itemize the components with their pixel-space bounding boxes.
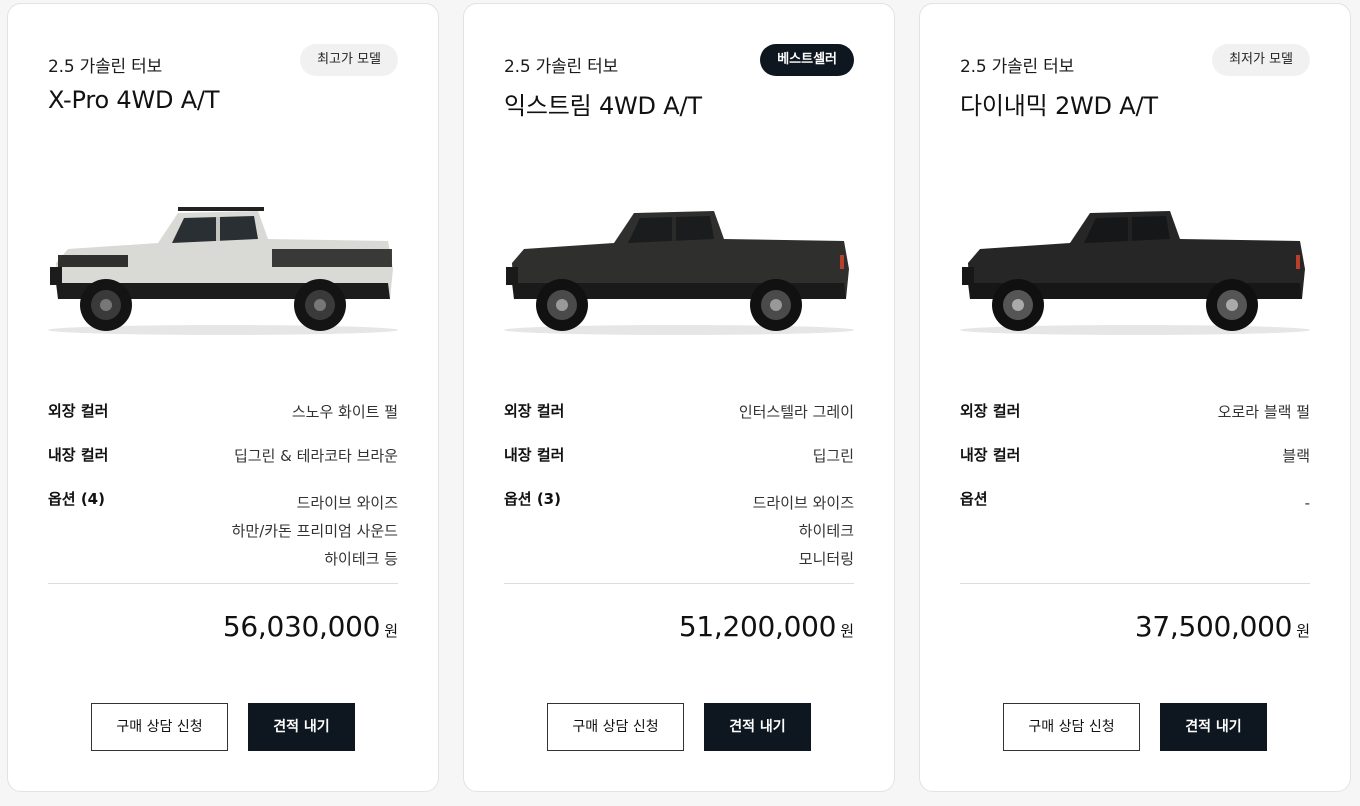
exterior-color-value: 오로라 블랙 펄: [1217, 403, 1310, 421]
truck-image: [48, 207, 398, 335]
option-item: 하이테크 등: [324, 550, 398, 568]
option-item: 드라이브 와이즈: [752, 494, 854, 512]
divider: [48, 583, 398, 584]
quote-button[interactable]: 견적 내기: [704, 703, 811, 751]
model-name: 익스트림 4WD A/T: [504, 92, 702, 120]
trim-badge: 베스트셀러: [760, 44, 854, 76]
truck-image: [960, 211, 1310, 335]
divider: [960, 583, 1310, 584]
option-item: -: [1304, 494, 1310, 512]
options-label: 옵션 (4): [48, 490, 105, 508]
trim-badge: 최고가 모델: [300, 44, 398, 76]
interior-color-label: 내장 컬러: [48, 446, 109, 464]
interior-color-row: 내장 컬러 블랙: [960, 444, 1310, 466]
price-unit: 원: [840, 622, 854, 640]
options-row: 옵션 (4) 드라이브 와이즈 하만/카돈 프리미엄 사운드 하이테크 등: [48, 488, 398, 578]
options-row: 옵션 -: [960, 488, 1310, 578]
consult-button[interactable]: 구매 상담 신청: [547, 703, 684, 751]
options-list: -: [1305, 489, 1310, 517]
price: 56,030,000 원: [223, 610, 398, 643]
interior-color-value: 딥그린: [812, 447, 854, 465]
engine-label: 2.5 가솔린 터보: [960, 57, 1075, 77]
quote-button[interactable]: 견적 내기: [248, 703, 355, 751]
options-row: 옵션 (3) 드라이브 와이즈 하이테크 모니터링: [504, 488, 854, 578]
trim-card-list: 2.5 가솔린 터보 최고가 모델 X-Pro 4WD A/T 외장 컬러 스노…: [0, 0, 1360, 806]
exterior-color-label: 외장 컬러: [960, 402, 1021, 420]
price: 37,500,000 원: [1135, 610, 1310, 643]
exterior-color-label: 외장 컬러: [48, 402, 109, 420]
options-label: 옵션: [960, 490, 988, 508]
quote-button[interactable]: 견적 내기: [1160, 703, 1267, 751]
interior-color-value: 딥그린 & 테라코타 브라운: [233, 447, 398, 465]
exterior-color-row: 외장 컬러 스노우 화이트 펄: [48, 400, 398, 422]
exterior-color-value: 인터스텔라 그레이: [738, 403, 854, 421]
options-list: 드라이브 와이즈 하만/카돈 프리미엄 사운드 하이테크 등: [232, 489, 398, 573]
price-value: 51,200,000: [678, 610, 837, 643]
option-item: 모니터링: [798, 550, 854, 568]
price-unit: 원: [1296, 622, 1310, 640]
trim-card: 2.5 가솔린 터보 최고가 모델 X-Pro 4WD A/T 외장 컬러 스노…: [7, 3, 439, 792]
truck-image: [504, 211, 854, 335]
interior-color-row: 내장 컬러 딥그린 & 테라코타 브라운: [48, 444, 398, 466]
option-item: 하이테크: [798, 522, 854, 540]
options-list: 드라이브 와이즈 하이테크 모니터링: [753, 489, 854, 573]
interior-color-value: 블랙: [1282, 447, 1310, 465]
interior-color-label: 내장 컬러: [504, 446, 565, 464]
engine-label: 2.5 가솔린 터보: [504, 57, 619, 77]
consult-button[interactable]: 구매 상담 신청: [91, 703, 228, 751]
divider: [504, 583, 854, 584]
consult-button[interactable]: 구매 상담 신청: [1003, 703, 1140, 751]
exterior-color-row: 외장 컬러 오로라 블랙 펄: [960, 400, 1310, 422]
price-value: 37,500,000: [1134, 610, 1293, 643]
interior-color-label: 내장 컬러: [960, 446, 1021, 464]
price-value: 56,030,000: [222, 610, 381, 643]
price: 51,200,000 원: [679, 610, 854, 643]
engine-label: 2.5 가솔린 터보: [48, 57, 163, 77]
price-unit: 원: [384, 622, 398, 640]
option-item: 드라이브 와이즈: [296, 494, 398, 512]
exterior-color-row: 외장 컬러 인터스텔라 그레이: [504, 400, 854, 422]
model-name: 다이내믹 2WD A/T: [960, 92, 1158, 120]
exterior-color-value: 스노우 화이트 펄: [291, 403, 398, 421]
option-item: 하만/카돈 프리미엄 사운드: [231, 522, 398, 540]
exterior-color-label: 외장 컬러: [504, 402, 565, 420]
trim-badge: 최저가 모델: [1212, 44, 1310, 76]
trim-card: 2.5 가솔린 터보 베스트셀러 익스트림 4WD A/T 외장 컬러 인터스텔…: [463, 3, 895, 792]
trim-card: 2.5 가솔린 터보 최저가 모델 다이내믹 2WD A/T 외장 컬러 오로라…: [919, 3, 1351, 792]
model-name: X-Pro 4WD A/T: [48, 86, 220, 114]
interior-color-row: 내장 컬러 딥그린: [504, 444, 854, 466]
options-label: 옵션 (3): [504, 490, 561, 508]
